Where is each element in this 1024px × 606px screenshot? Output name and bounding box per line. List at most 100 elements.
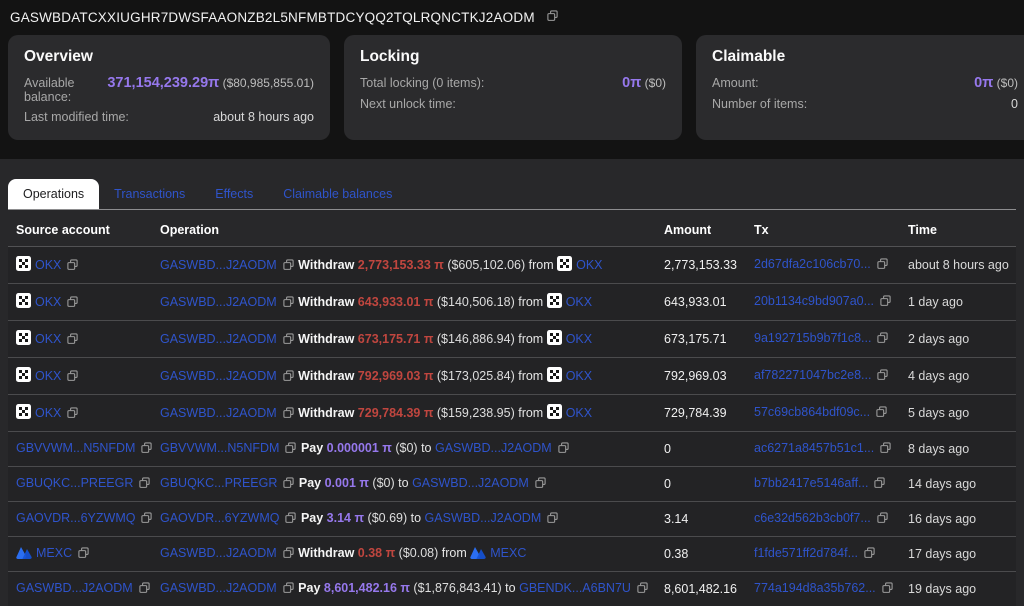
- copy-icon[interactable]: [66, 258, 79, 274]
- okx-exchange-link[interactable]: OKX: [35, 332, 61, 346]
- available-balance-value: 371,154,239.29π ($80,985,855.01): [107, 75, 314, 91]
- copy-icon[interactable]: [863, 546, 876, 562]
- account-link[interactable]: GAOVDR...6YZWMQ: [16, 511, 135, 525]
- copy-icon[interactable]: [282, 369, 295, 385]
- copy-icon[interactable]: [875, 405, 888, 421]
- copy-icon[interactable]: [282, 258, 295, 274]
- tx-hash-link[interactable]: 774a194d8a35b762...: [754, 581, 876, 595]
- copy-icon[interactable]: [138, 581, 151, 597]
- tx-hash-link[interactable]: b7bb2417e5146aff...: [754, 476, 868, 490]
- account-link[interactable]: GASWBD...J2AODM: [16, 581, 133, 595]
- copy-icon[interactable]: [282, 332, 295, 348]
- tab-operations[interactable]: Operations: [8, 179, 100, 209]
- account-link[interactable]: GAOVDR...6YZWMQ: [160, 511, 279, 525]
- copy-icon[interactable]: [876, 511, 889, 527]
- copy-icon[interactable]: [873, 476, 886, 492]
- tx-hash-link[interactable]: ac6271a8457b51c1...: [754, 441, 874, 455]
- account-link[interactable]: GASWBD...J2AODM: [425, 511, 542, 525]
- copy-icon[interactable]: [282, 476, 295, 492]
- operation-verb: Withdraw: [298, 295, 355, 309]
- account-link[interactable]: GBUQKC...PREEGR: [16, 476, 133, 490]
- operation-amount: 3.14 π: [326, 511, 365, 525]
- account-link[interactable]: GASWBD...J2AODM: [412, 476, 529, 490]
- account-link[interactable]: GASWBD...J2AODM: [160, 406, 277, 420]
- account-link[interactable]: GBENDK...A6BN7U: [519, 581, 631, 595]
- copy-icon[interactable]: [876, 331, 889, 347]
- okx-exchange-link[interactable]: OKX: [566, 406, 592, 420]
- copy-icon[interactable]: [77, 546, 90, 562]
- copy-icon[interactable]: [557, 441, 570, 457]
- account-link[interactable]: GASWBD...J2AODM: [160, 369, 277, 383]
- copy-address-icon[interactable]: [546, 9, 559, 25]
- copy-icon[interactable]: [879, 294, 892, 310]
- account-entity: GBUQKC...PREEGR: [16, 476, 151, 490]
- copy-icon[interactable]: [881, 581, 894, 597]
- account-link[interactable]: GASWBD...J2AODM: [435, 441, 552, 455]
- amount-value: 8,601,482.16: [656, 571, 746, 606]
- copy-icon[interactable]: [284, 511, 297, 527]
- tx-hash-link[interactable]: c6e32d562b3cb0f7...: [754, 511, 871, 525]
- copy-icon[interactable]: [282, 546, 295, 562]
- okx-exchange-link[interactable]: OKX: [35, 406, 61, 420]
- copy-icon[interactable]: [140, 511, 152, 527]
- copy-icon[interactable]: [534, 476, 547, 492]
- account-entity: GASWBD...J2AODM: [412, 476, 547, 490]
- operation-cell: GAOVDR...6YZWMQ Pay 3.14 π ($0.69) to GA…: [152, 501, 656, 537]
- okx-exchange-link[interactable]: OKX: [566, 369, 592, 383]
- locking-card: Locking Total locking (0 items): 0π ($0)…: [344, 35, 682, 140]
- copy-icon[interactable]: [66, 295, 79, 311]
- account-detail-panel: Operations Transactions Effects Claimable b…: [0, 159, 1024, 606]
- copy-icon[interactable]: [282, 295, 295, 311]
- okx-exchange-link[interactable]: OKX: [35, 258, 61, 272]
- last-modified-label: Last modified time:: [24, 110, 129, 124]
- tx-cell: f1fde571ff2d784f...: [746, 536, 900, 572]
- copy-icon[interactable]: [66, 369, 79, 385]
- account-entity: GASWBD...J2AODM: [160, 295, 295, 309]
- operation-usd: ($0.08): [398, 546, 439, 560]
- account-link[interactable]: GASWBD...J2AODM: [160, 546, 277, 560]
- tx-hash-link[interactable]: f1fde571ff2d784f...: [754, 546, 858, 560]
- copy-icon[interactable]: [876, 368, 889, 384]
- operation-usd: ($1,876,843.41): [413, 581, 502, 595]
- copy-icon[interactable]: [282, 581, 295, 597]
- copy-icon[interactable]: [879, 441, 892, 457]
- account-link[interactable]: GBUQKC...PREEGR: [160, 476, 277, 490]
- mexc-exchange-link[interactable]: MEXC: [36, 546, 72, 560]
- copy-icon[interactable]: [284, 441, 297, 457]
- tab-claimable-balances[interactable]: Claimable balances: [268, 179, 407, 209]
- okx-exchange-link[interactable]: OKX: [35, 369, 61, 383]
- account-link[interactable]: GASWBD...J2AODM: [160, 258, 277, 272]
- tx-hash-link[interactable]: 9a192715b9b7f1c8...: [754, 331, 871, 345]
- okx-exchange-link[interactable]: OKX: [576, 258, 602, 272]
- okx-exchange-entity: OKX: [546, 367, 592, 383]
- account-link[interactable]: GBVVWM...N5NFDM: [16, 441, 135, 455]
- copy-icon[interactable]: [140, 441, 152, 457]
- copy-icon[interactable]: [138, 476, 151, 492]
- tx-hash-link[interactable]: 2d67dfa2c106cb70...: [754, 257, 871, 271]
- account-link[interactable]: GASWBD...J2AODM: [160, 581, 277, 595]
- copy-icon[interactable]: [636, 581, 649, 597]
- copy-icon[interactable]: [66, 332, 79, 348]
- copy-icon[interactable]: [876, 257, 889, 273]
- mexc-exchange-link[interactable]: MEXC: [490, 546, 526, 560]
- copy-icon[interactable]: [546, 511, 559, 527]
- tab-effects[interactable]: Effects: [200, 179, 268, 209]
- account-entity: GASWBD...J2AODM: [160, 581, 295, 595]
- amount-value: 0: [656, 431, 746, 467]
- account-entity: GBVVWM...N5NFDM: [16, 441, 152, 455]
- tab-transactions[interactable]: Transactions: [99, 179, 200, 209]
- tx-hash-link[interactable]: 20b1134c9bd907a0...: [754, 294, 874, 308]
- okx-exchange-link[interactable]: OKX: [566, 295, 592, 309]
- total-locking-value: 0π ($0): [622, 75, 666, 91]
- account-link[interactable]: GASWBD...J2AODM: [160, 295, 277, 309]
- copy-icon[interactable]: [282, 406, 295, 422]
- operation-verb: Pay: [300, 511, 324, 525]
- account-link[interactable]: GBVVWM...N5NFDM: [160, 441, 279, 455]
- account-link[interactable]: GASWBD...J2AODM: [160, 332, 277, 346]
- table-row: OKX GASWBD...J2AODM Withdraw 729,784.39 …: [8, 394, 1016, 432]
- okx-exchange-link[interactable]: OKX: [566, 332, 592, 346]
- okx-exchange-link[interactable]: OKX: [35, 295, 61, 309]
- tx-hash-link[interactable]: 57c69cb864bdf09c...: [754, 405, 870, 419]
- copy-icon[interactable]: [66, 406, 79, 422]
- tx-hash-link[interactable]: af782271047bc2e8...: [754, 368, 871, 382]
